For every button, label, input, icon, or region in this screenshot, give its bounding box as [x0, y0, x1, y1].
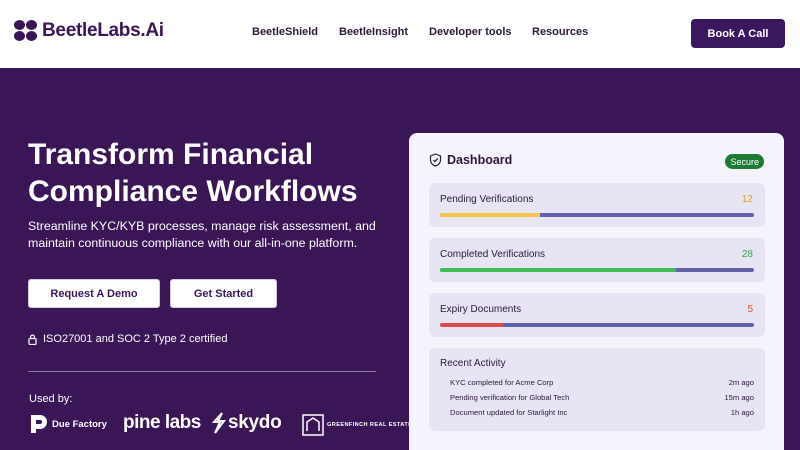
- certification-note: ISO27001 and SOC 2 Type 2 certified: [28, 333, 227, 345]
- secure-badge: Secure: [725, 154, 764, 169]
- metric-value: 5: [747, 304, 753, 315]
- nav-link-developer-tools[interactable]: Developer tools: [429, 26, 512, 38]
- progress-fill: [440, 323, 503, 327]
- activity-time: 1h ago: [730, 408, 754, 417]
- metric-value: 12: [741, 194, 753, 205]
- activity-text: KYC completed for Acme Corp: [450, 378, 554, 387]
- activity-item: Document updated for Starlight Inc 1h ag…: [450, 408, 754, 417]
- partner-logos: Due Factory pine labs skydo GREENFINCH R…: [0, 410, 412, 440]
- nav-link-resources[interactable]: Resources: [532, 26, 588, 38]
- partner-name: pine labs: [123, 412, 201, 433]
- used-by-label: Used by:: [29, 393, 73, 405]
- certification-text: ISO27001 and SOC 2 Type 2 certified: [43, 333, 228, 345]
- metric-completed-verifications: Completed Verifications 28: [429, 238, 765, 282]
- activity-item: Pending verification for Global Tech 15m…: [450, 393, 754, 402]
- top-navbar: BeetleLabs.Ai BeetleShield BeetleInsight…: [0, 0, 800, 68]
- progress-track: [440, 213, 754, 217]
- hero-divider: [28, 371, 376, 372]
- activity-text: Document updated for Starlight Inc: [450, 408, 568, 417]
- metric-expiry-documents: Expiry Documents 5: [429, 293, 765, 337]
- book-a-call-button[interactable]: Book A Call: [691, 19, 785, 48]
- nav-link-beetleshield[interactable]: BeetleShield: [252, 26, 318, 38]
- activity-item: KYC completed for Acme Corp 2m ago: [450, 378, 754, 387]
- recent-activity-title: Recent Activity: [440, 358, 506, 369]
- hero-subtitle: Streamline KYC/KYB processes, manage ris…: [28, 219, 376, 250]
- recent-activity-panel: Recent Activity KYC completed for Acme C…: [429, 348, 765, 431]
- metric-label: Completed Verifications: [440, 249, 546, 260]
- metric-label: Expiry Documents: [440, 304, 522, 315]
- partner-logo-skydo: skydo: [212, 412, 282, 434]
- partner-logo-greenfinch: GREENFINCH REAL ESTATE: [302, 414, 412, 436]
- get-started-button[interactable]: Get Started: [170, 279, 277, 308]
- partner-name: Due Factory: [52, 418, 107, 430]
- partner-name: GREENFINCH REAL ESTATE: [327, 422, 413, 428]
- dashboard-card: Dashboard Secure Pending Verifications 1…: [409, 133, 784, 450]
- partner-logo-pine-labs: pine labs: [123, 412, 201, 434]
- request-demo-button[interactable]: Request A Demo: [28, 279, 160, 308]
- hero-title: Transform Financial Compliance Workflows: [28, 138, 358, 208]
- metric-value: 28: [741, 249, 753, 260]
- partner-logo-due-factory: Due Factory: [30, 414, 107, 434]
- activity-time: 2m ago: [728, 378, 754, 387]
- progress-fill: [440, 213, 541, 217]
- dashboard-title: Dashboard: [447, 153, 513, 167]
- nav-link-beetleinsight[interactable]: BeetleInsight: [339, 26, 408, 38]
- progress-track: [440, 268, 754, 272]
- partner-name: skydo: [228, 412, 282, 433]
- progress-fill: [440, 268, 676, 272]
- activity-time: 15m ago: [724, 393, 754, 402]
- metric-pending-verifications: Pending Verifications 12: [429, 183, 765, 227]
- lock-icon: [28, 334, 37, 345]
- greenfinch-logo-icon: [302, 414, 324, 436]
- skydo-logo-icon: [212, 412, 226, 434]
- nav-links: BeetleShield BeetleInsight Developer too…: [0, 26, 800, 42]
- due-factory-logo-icon: [31, 415, 47, 433]
- activity-text: Pending verification for Global Tech: [450, 393, 570, 402]
- dashboard-header: Dashboard: [429, 153, 512, 167]
- shield-icon: [429, 153, 442, 167]
- progress-track: [440, 323, 754, 327]
- metric-label: Pending Verifications: [440, 194, 534, 205]
